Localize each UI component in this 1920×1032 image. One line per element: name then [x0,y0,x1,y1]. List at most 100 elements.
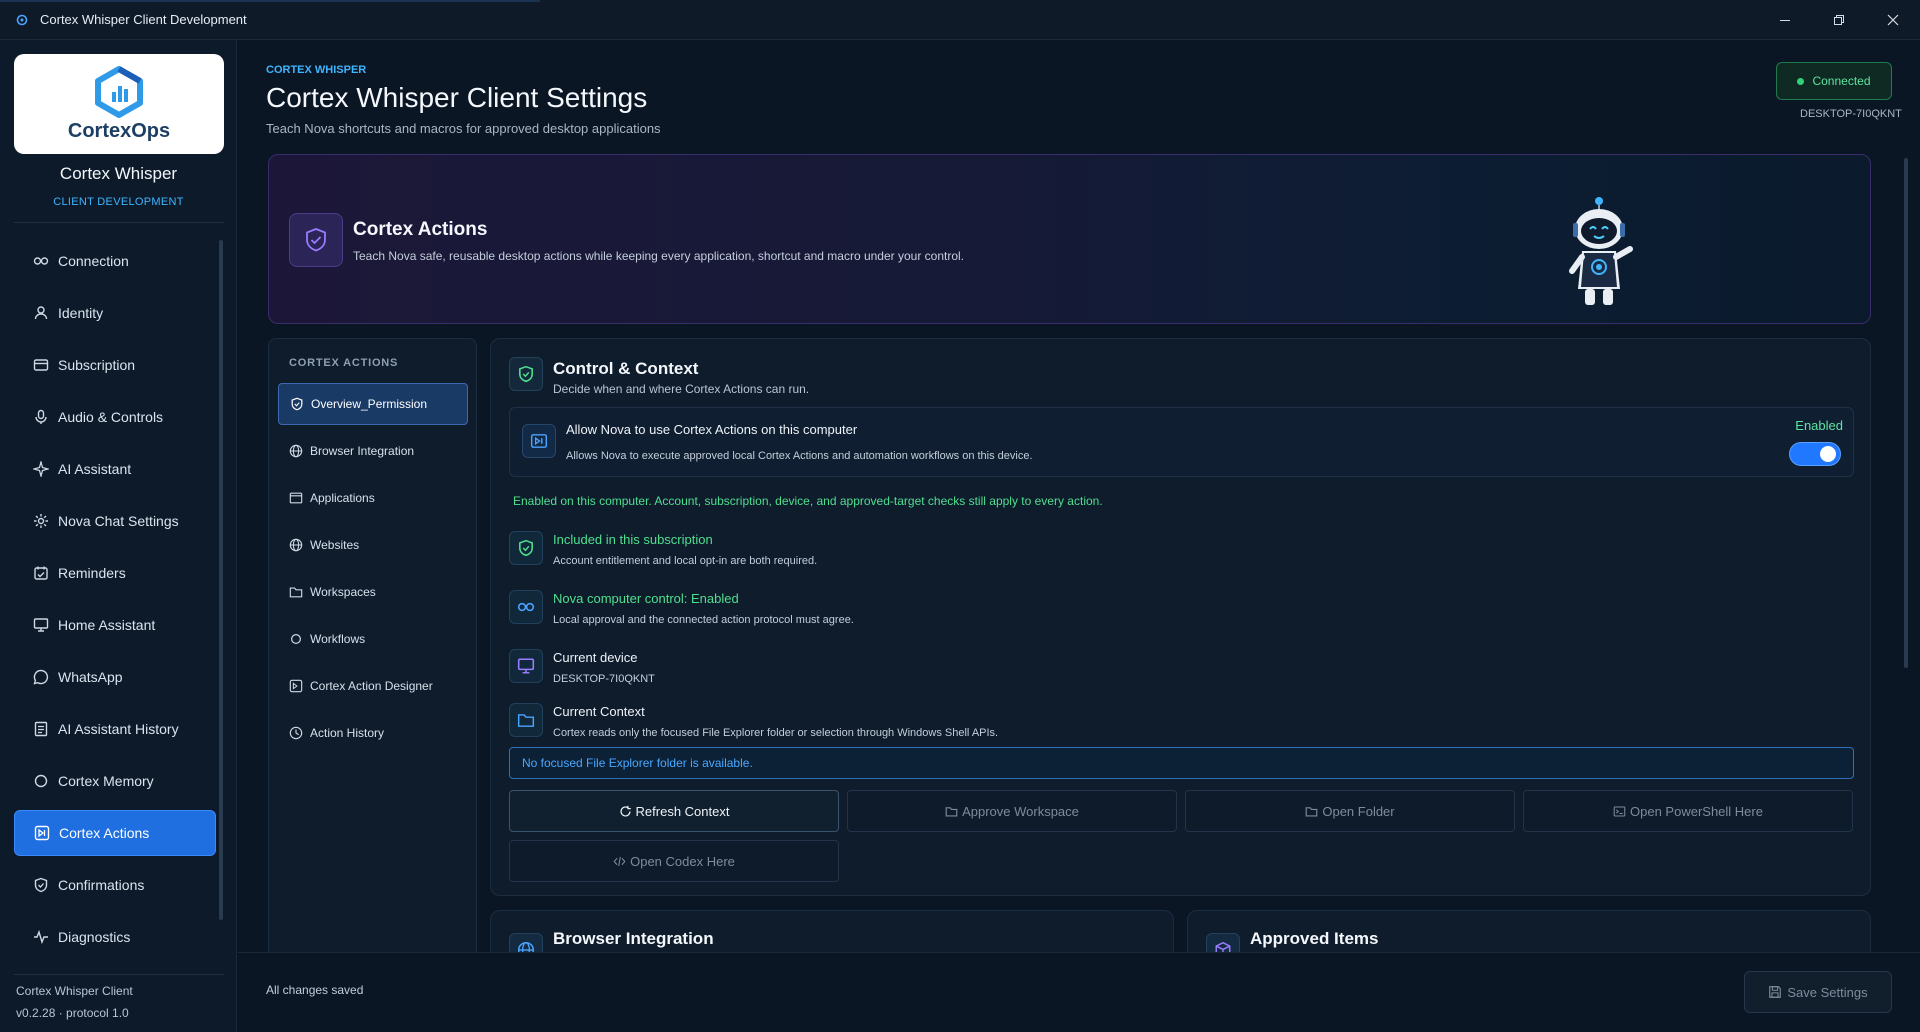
restore-button[interactable] [1812,0,1866,40]
save-status: All changes saved [266,983,364,997]
sidebar-item-ai-assistant[interactable]: AI Assistant [14,446,216,492]
sidebar-item-cortex-actions[interactable]: Cortex Actions [14,810,216,856]
sidebar-nav: Connection Identity Subscription Audio &… [14,238,216,966]
sidebar-item-nova-chat-settings[interactable]: Nova Chat Settings [14,498,216,544]
sidebar-item-label: Confirmations [58,877,145,893]
main-scrollbar[interactable] [1904,158,1908,668]
open-folder-button[interactable]: Open Folder [1185,790,1515,832]
microphone-icon [32,408,50,426]
subnav-item-label: Workflows [310,632,366,646]
sidebar-item-home-assistant[interactable]: Home Assistant [14,602,216,648]
subnav-heading: CORTEX ACTIONS [289,357,399,369]
allow-cortex-actions-toggle[interactable] [1789,442,1841,466]
subnav-item-websites[interactable]: Websites [278,524,468,566]
close-button[interactable] [1866,0,1920,40]
subnav-item-label: Cortex Action Designer [310,679,433,693]
save-icon [1768,985,1782,999]
shield-icon [289,213,343,267]
subnav-item-label: Overview_Permission [311,397,428,411]
sidebar-item-label: Cortex Actions [59,825,150,841]
subnav-item-browser-integration[interactable]: Browser Integration [278,430,468,472]
sidebar-item-label: Identity [58,305,104,321]
folder-icon [509,703,543,737]
window-title: Cortex Whisper Client Development [40,12,247,27]
globe-icon [288,537,304,553]
shield-check-icon [289,396,305,412]
sidebar-item-cortex-memory[interactable]: Cortex Memory [14,758,216,804]
approved-items-title: Approved Items [1250,929,1379,948]
approve-workspace-button[interactable]: Approve Workspace [847,790,1177,832]
shield-check-icon [509,531,543,565]
actions-icon [522,424,556,458]
user-icon [32,304,50,322]
allow-setting-title: Allow Nova to use Cortex Actions on this… [566,422,858,437]
link-icon [32,252,50,270]
sidebar-item-diagnostics[interactable]: Diagnostics [14,914,216,960]
refresh-icon [619,805,632,818]
open-codex-button[interactable]: Open Codex Here [509,840,839,882]
sidebar-item-reminders[interactable]: Reminders [14,550,216,596]
subnav-item-action-history[interactable]: Action History [278,712,468,754]
subnav-item-applications[interactable]: Applications [278,477,468,519]
sidebar-item-audio-controls[interactable]: Audio & Controls [14,394,216,440]
sidebar-item-connection[interactable]: Connection [14,238,216,284]
history-icon [288,725,304,741]
save-settings-button[interactable]: Save Settings [1744,971,1892,1013]
subnav-item-label: Applications [310,491,375,505]
current-device-row: Current device DESKTOP-7I0QKNT [509,649,1409,693]
minimize-icon [1780,20,1790,21]
client-version: v0.2.28 · protocol 1.0 [16,1006,129,1020]
browser-integration-title: Browser Integration [553,929,714,948]
toggle-knob [1820,446,1836,462]
allow-cortex-actions-setting: Allow Nova to use Cortex Actions on this… [509,407,1854,477]
control-context-panel: Control & Context Decide when and where … [490,338,1871,896]
subnav-item-workflows[interactable]: Workflows [278,618,468,660]
subnav-item-label: Websites [310,538,360,552]
sidebar-item-ai-assistant-history[interactable]: AI Assistant History [14,706,216,752]
info-row-title: Current device [553,650,638,665]
sidebar-item-subscription[interactable]: Subscription [14,342,216,388]
page-eyebrow: CORTEX WHISPER [266,64,367,76]
sidebar-item-label: Cortex Memory [58,773,154,789]
open-powershell-button[interactable]: Open PowerShell Here [1523,790,1853,832]
window-icon [288,490,304,506]
subnav-item-overview-permission[interactable]: Overview_Permission [278,383,468,425]
info-row-title: Current Context [553,704,645,719]
subnav-item-workspaces[interactable]: Workspaces [278,571,468,613]
shield-icon [32,876,50,894]
subscription-status-row: Included in this subscription Account en… [509,531,1409,575]
control-context-description: Decide when and where Cortex Actions can… [553,382,810,396]
cortex-actions-hero: Cortex Actions Teach Nova safe, reusable… [268,154,1871,324]
title-bar-accent-line [0,0,540,2]
allow-setting-description: Allows Nova to execute approved local Co… [566,450,1033,462]
close-icon [1887,14,1899,26]
client-name: Cortex Whisper Client [16,984,133,998]
status-dot-icon [1797,77,1805,85]
folder-icon [288,584,304,600]
header-device-id: DESKTOP-7I0QKNT [1800,108,1902,120]
sidebar-item-label: Diagnostics [58,929,131,945]
minimize-button[interactable] [1758,0,1812,40]
brand-logo-text: CortexOps [67,119,171,142]
info-row-description: Account entitlement and local opt-in are… [553,555,818,567]
sidebar-item-whatsapp[interactable]: WhatsApp [14,654,216,700]
sidebar-item-label: AI Assistant History [58,721,179,737]
sidebar-item-identity[interactable]: Identity [14,290,216,336]
refresh-context-button[interactable]: Refresh Context [509,790,839,832]
sidebar-item-label: Audio & Controls [58,409,164,425]
save-settings-label: Save Settings [1787,984,1868,1000]
button-label: Approve Workspace [962,803,1079,819]
sparkle-icon [32,460,50,478]
context-notice: No focused File Explorer folder is avail… [509,747,1854,779]
actions-icon [33,824,51,842]
subnav-item-label: Workspaces [310,585,376,599]
subnav-item-cortex-action-designer[interactable]: Cortex Action Designer [278,665,468,707]
sidebar-scrollbar[interactable] [219,240,223,920]
sidebar-item-label: Subscription [58,357,136,373]
gear-icon [32,512,50,530]
sidebar-item-confirmations[interactable]: Confirmations [14,862,216,908]
restore-icon [1834,15,1844,25]
page-subtitle: Teach Nova shortcuts and macros for appr… [266,121,661,136]
brand-card: CortexOps [14,54,224,154]
info-row-description: Cortex reads only the focused File Explo… [553,727,999,739]
